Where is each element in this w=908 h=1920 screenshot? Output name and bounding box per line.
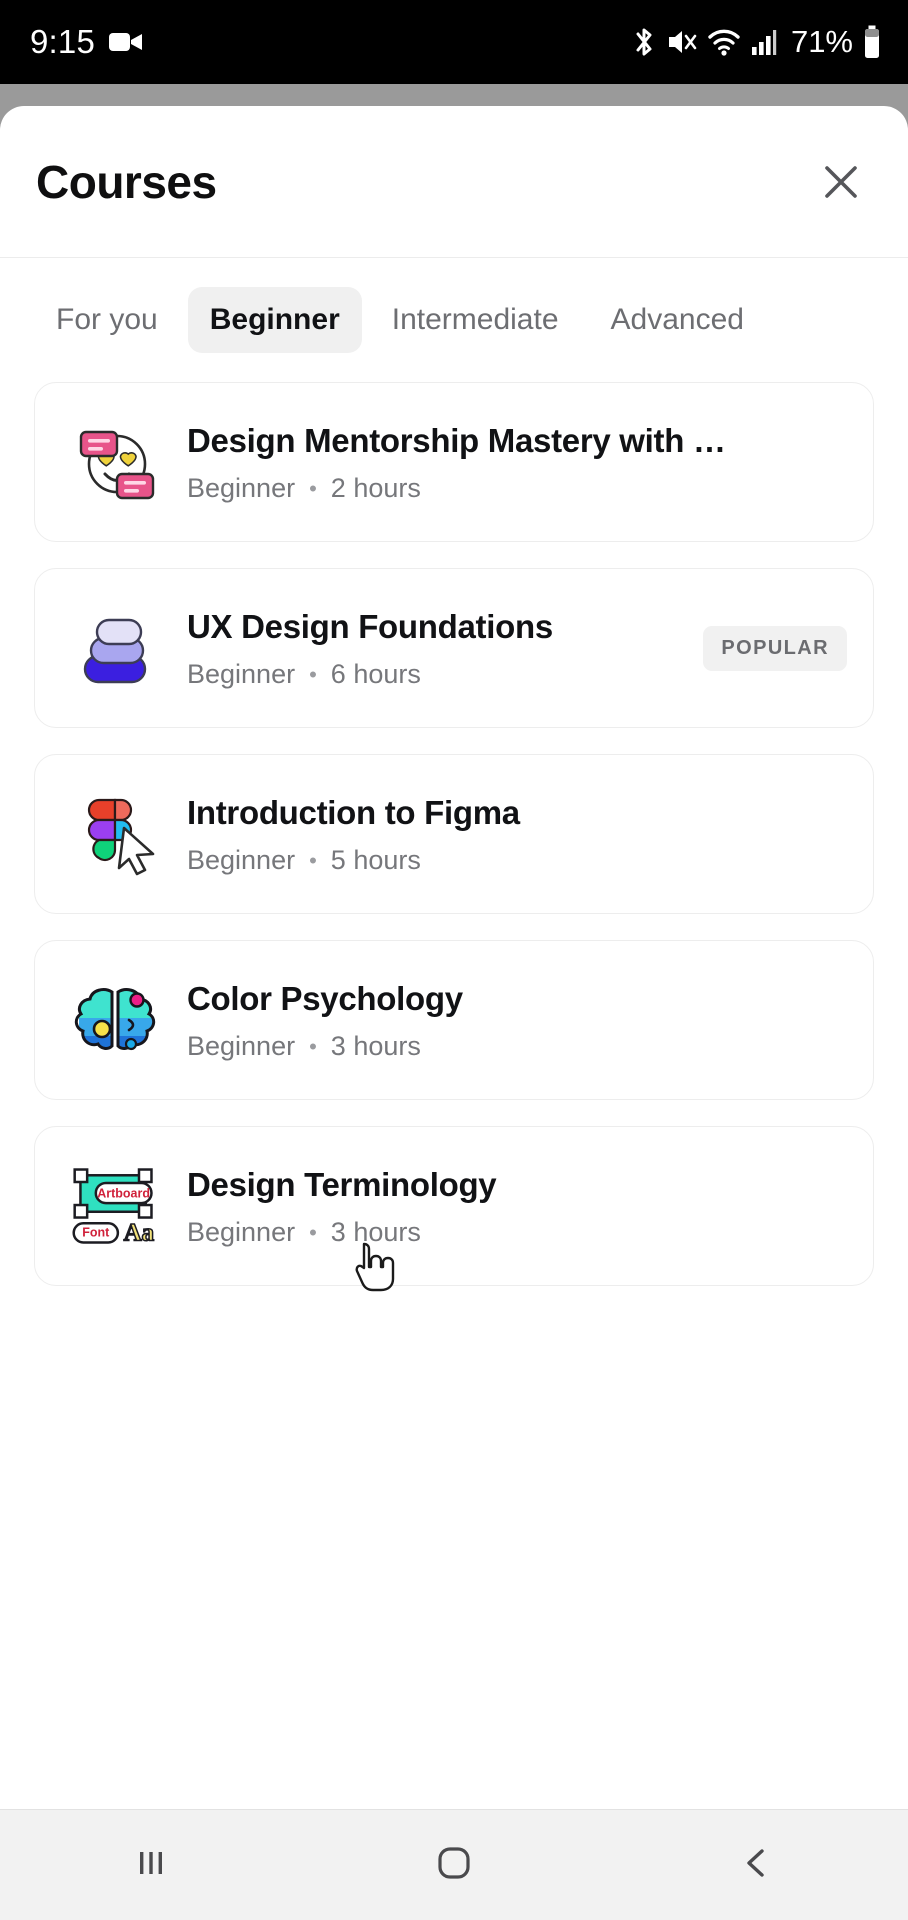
home-button[interactable] xyxy=(379,1810,529,1920)
course-list: Design Mentorship Mastery with … Beginne… xyxy=(0,382,908,1809)
meta-separator: • xyxy=(309,661,317,687)
battery-icon xyxy=(862,25,882,59)
brain-icon xyxy=(67,972,163,1068)
recents-lines-icon xyxy=(134,1846,168,1885)
stacked-layers-icon xyxy=(67,600,163,696)
font-label: Font xyxy=(82,1226,109,1240)
course-card[interactable]: UX Design Foundations Beginner • 6 hours… xyxy=(34,568,874,728)
tab-for-you[interactable]: For you xyxy=(34,287,180,353)
status-badge: POPULAR xyxy=(703,625,847,671)
back-chevron-icon xyxy=(739,1845,775,1886)
smiley-heart-eyes-chat-icon xyxy=(67,414,163,510)
course-duration: 3 hours xyxy=(330,1031,421,1062)
android-nav-bar xyxy=(0,1809,908,1920)
status-bar-right: 71% xyxy=(631,0,882,84)
meta-separator: • xyxy=(309,475,317,501)
page-title: Courses xyxy=(36,155,217,208)
course-meta: Beginner • 2 hours xyxy=(187,473,847,504)
level-tabs: For you Beginner Intermediate Advanced xyxy=(0,258,908,382)
meta-separator: • xyxy=(309,1219,317,1245)
course-meta: Beginner • 6 hours xyxy=(187,659,689,690)
cellular-signal-icon xyxy=(750,27,778,57)
course-card-body: UX Design Foundations Beginner • 6 hours xyxy=(187,606,689,690)
recents-button[interactable] xyxy=(76,1810,226,1920)
course-meta: Beginner • 3 hours xyxy=(187,1217,847,1248)
video-camera-icon xyxy=(109,30,143,54)
aa-label: Aa xyxy=(124,1220,155,1247)
home-circle-icon xyxy=(435,1844,473,1887)
tab-beginner[interactable]: Beginner xyxy=(187,287,362,353)
courses-sheet: Courses For you Beginner Intermediate Ad… xyxy=(0,106,908,1920)
course-meta: Beginner • 3 hours xyxy=(187,1031,847,1062)
course-level: Beginner xyxy=(187,659,296,690)
sheet-header: Courses xyxy=(0,106,908,258)
battery-percent-label: 71% xyxy=(790,24,853,59)
course-title: Design Mentorship Mastery with … xyxy=(187,421,726,459)
course-meta: Beginner • 5 hours xyxy=(187,845,847,876)
course-duration: 3 hours xyxy=(330,1217,421,1248)
course-duration: 5 hours xyxy=(330,845,421,876)
course-title: Color Psychology xyxy=(187,979,463,1017)
status-bar: 9:15 71% xyxy=(0,0,908,84)
back-button[interactable] xyxy=(682,1810,832,1920)
sheet-backdrop xyxy=(0,84,908,106)
course-card-body: Color Psychology Beginner • 3 hours xyxy=(187,978,847,1062)
bluetooth-icon xyxy=(631,25,657,59)
course-card-body: Introduction to Figma Beginner • 5 hours xyxy=(187,792,847,876)
status-bar-left: 9:15 xyxy=(30,23,143,61)
course-title: UX Design Foundations xyxy=(187,607,553,645)
meta-separator: • xyxy=(309,847,317,873)
course-level: Beginner xyxy=(187,845,296,876)
artboard-font-icon: Artboard Font Aa xyxy=(67,1158,163,1254)
phone-screen: 9:15 71% Courses For you Beginner Interm… xyxy=(0,0,908,1920)
course-card-body: Design Mentorship Mastery with … Beginne… xyxy=(187,420,847,504)
course-title: Introduction to Figma xyxy=(187,793,520,831)
figma-logo-cursor-icon xyxy=(67,786,163,882)
course-duration: 6 hours xyxy=(330,659,421,690)
course-card[interactable]: Artboard Font Aa Design Terminology Begi… xyxy=(34,1126,874,1286)
close-button[interactable] xyxy=(808,149,874,215)
course-title: Design Terminology xyxy=(187,1165,497,1203)
course-level: Beginner xyxy=(187,1217,296,1248)
wifi-icon xyxy=(707,27,741,57)
course-level: Beginner xyxy=(187,473,296,504)
artboard-label: Artboard xyxy=(97,1186,150,1200)
volume-mute-icon xyxy=(666,26,698,58)
course-duration: 2 hours xyxy=(330,473,421,504)
close-x-icon xyxy=(819,160,863,204)
course-card-body: Design Terminology Beginner • 3 hours xyxy=(187,1164,847,1248)
course-card[interactable]: Introduction to Figma Beginner • 5 hours xyxy=(34,754,874,914)
course-card[interactable]: Design Mentorship Mastery with … Beginne… xyxy=(34,382,874,542)
course-card[interactable]: Color Psychology Beginner • 3 hours xyxy=(34,940,874,1100)
tab-advanced[interactable]: Advanced xyxy=(589,287,766,353)
status-bar-clock: 9:15 xyxy=(30,23,96,60)
tab-intermediate[interactable]: Intermediate xyxy=(370,287,581,353)
meta-separator: • xyxy=(309,1033,317,1059)
course-level: Beginner xyxy=(187,1031,296,1062)
